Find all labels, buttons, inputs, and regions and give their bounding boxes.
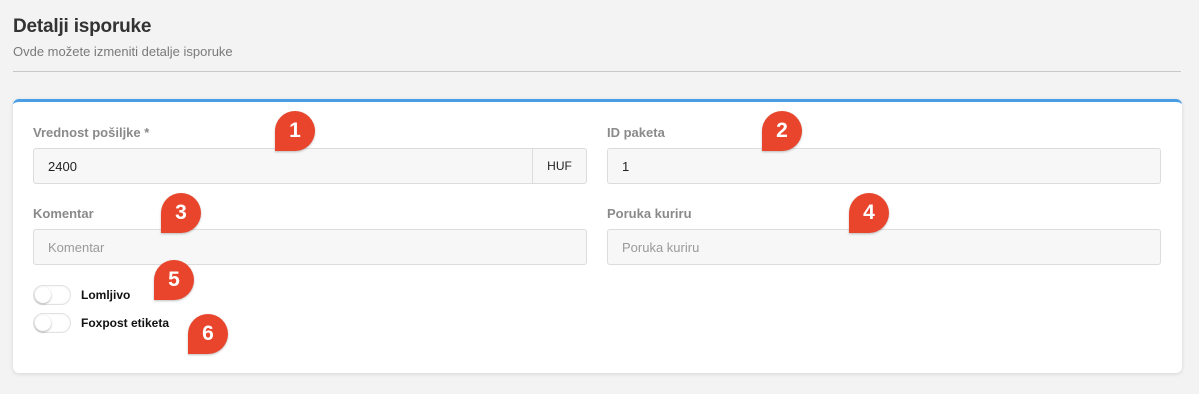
page-title: Detalji isporuke: [13, 16, 152, 37]
callout-marker-5: 5: [154, 260, 194, 300]
shipment-value-label: Vrednost pošiljke *: [33, 125, 150, 140]
shipment-value-input[interactable]: [33, 148, 533, 184]
callout-marker-6: 6: [188, 314, 228, 354]
callout-marker-1: 1: [275, 111, 315, 151]
fragile-label: Lomljivo: [81, 288, 131, 302]
divider: [13, 71, 1181, 72]
courier-message-label: Poruka kuriru: [607, 206, 692, 221]
foxpost-label: Foxpost etiketa: [81, 316, 170, 330]
callout-marker-2: 2: [762, 111, 802, 151]
fragile-toggle-row: Lomljivo: [33, 285, 130, 305]
callout-marker-3: 3: [161, 193, 201, 233]
foxpost-toggle-row: Foxpost etiketa: [33, 313, 169, 333]
fragile-toggle[interactable]: [33, 285, 71, 305]
courier-message-input[interactable]: [607, 229, 1161, 265]
currency-addon: HUF: [532, 148, 587, 184]
comment-label: Komentar: [33, 206, 94, 221]
toggle-knob: [35, 315, 51, 331]
page-header: Detalji isporuke Ovde možete izmeniti de…: [13, 16, 233, 59]
toggle-knob: [35, 287, 51, 303]
foxpost-label-toggle[interactable]: [33, 313, 71, 333]
package-id-label: ID paketa: [607, 125, 665, 140]
comment-input[interactable]: [33, 229, 587, 265]
callout-marker-4: 4: [849, 193, 889, 233]
page-subtitle: Ovde možete izmeniti detalje isporuke: [13, 44, 233, 59]
package-id-input[interactable]: [607, 148, 1161, 184]
